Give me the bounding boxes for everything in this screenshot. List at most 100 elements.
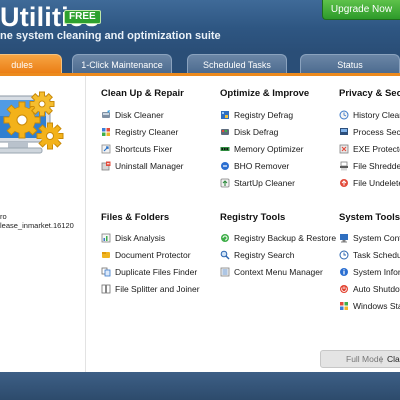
module-label: Memory Optimizer [234,144,304,154]
module-disk-analysis[interactable]: Disk Analysis [101,231,165,245]
full-mode-button[interactable]: Full Mode [346,351,383,367]
file-shredder-icon [339,161,349,171]
section-title-optimize-improve: Optimize & Improve [220,88,310,99]
app-header: Utilities FREE ne system cleaning and op… [0,0,400,52]
module-auto-shutdown[interactable]: Auto Shutdov [339,282,400,296]
module-process-security[interactable]: Process Secur [339,125,400,139]
product-edition-text: ro [0,212,7,221]
module-label: EXE Protector [353,144,400,154]
task-scheduler-icon [339,250,349,260]
module-label: Windows Star [353,301,400,311]
module-label: Disk Defrag [234,127,279,137]
module-label: Shortcuts Fixer [115,144,173,154]
module-label: File Undelete [353,178,400,188]
tab-status[interactable]: Status [300,54,400,74]
mode-separator: | [380,354,383,364]
bho-remover-icon [220,161,230,171]
module-label: Process Secur [353,127,400,137]
module-registry-defrag[interactable]: Registry Defrag [220,108,293,122]
module-bho-remover[interactable]: BHO Remover [220,159,289,173]
module-system-information[interactable]: System Inforn [339,265,400,279]
tab-bar: dules 1-Click Maintenance Scheduled Task… [0,52,400,74]
modules-panel: ro lease_inmarket.16120 Clean Up & Repai… [0,76,400,372]
module-exe-protector[interactable]: EXE Protector [339,142,400,156]
memory-optimizer-icon [220,144,230,154]
module-label: System Contr [353,233,400,243]
module-label: BHO Remover [234,161,290,171]
computer-gears-icon [0,91,64,154]
windows-startup-icon [339,301,349,311]
document-protector-icon [101,250,111,260]
module-label: Document Protector [115,250,191,260]
module-uninstall-manager[interactable]: Uninstall Manager [101,159,184,173]
mode-switch: Full Mode | Clas [320,350,400,368]
section-title-clean-up-repair: Clean Up & Repair [101,88,184,99]
module-label: StartUp Cleaner [234,178,295,188]
section-title-files-folders: Files & Folders [101,212,170,223]
registry-defrag-icon [220,110,230,120]
disk-cleaner-icon [101,110,111,120]
module-history-cleaner[interactable]: History Clean [339,108,400,122]
module-document-protector[interactable]: Document Protector [101,248,191,262]
module-disk-cleaner[interactable]: Disk Cleaner [101,108,164,122]
system-control-icon [339,233,349,243]
product-build-text: lease_inmarket.16120 [0,221,74,230]
module-registry-search[interactable]: Registry Search [220,248,294,262]
section-title-registry-tools: Registry Tools [220,212,286,223]
module-label: Duplicate Files Finder [115,267,198,277]
registry-cleaner-icon [101,127,111,137]
system-information-icon [339,267,349,277]
module-file-shredder[interactable]: File Shredder [339,159,400,173]
module-shortcuts-fixer[interactable]: Shortcuts Fixer [101,142,172,156]
module-file-splitter-joiner[interactable]: File Splitter and Joiner [101,282,200,296]
module-file-undelete[interactable]: File Undelete [339,176,400,190]
module-label: File Splitter and Joiner [115,284,200,294]
context-menu-icon [220,267,230,277]
module-memory-optimizer[interactable]: Memory Optimizer [220,142,303,156]
module-label: File Shredder [353,161,400,171]
module-disk-defrag[interactable]: Disk Defrag [220,125,278,139]
free-badge: FREE [64,10,101,24]
tab-scheduled-tasks[interactable]: Scheduled Tasks [187,54,287,74]
startup-cleaner-icon [220,178,230,188]
tab-1-click-maintenance[interactable]: 1-Click Maintenance [72,54,172,74]
module-registry-cleaner[interactable]: Registry Cleaner [101,125,178,139]
status-bar [0,372,400,400]
registry-backup-icon [220,233,230,243]
section-title-system-tools: System Tools [339,212,400,223]
module-context-menu-manager[interactable]: Context Menu Manager [220,265,323,279]
module-task-scheduler[interactable]: Task Schedul [339,248,400,262]
classic-mode-button[interactable]: Clas [387,351,400,367]
module-startup-cleaner[interactable]: StartUp Cleaner [220,176,295,190]
module-label: Context Menu Manager [234,267,323,277]
mode-switch-area: Full Mode | Clas [0,348,400,372]
module-label: Registry Defrag [234,110,294,120]
module-label: Auto Shutdov [353,284,400,294]
upgrade-now-button[interactable]: Upgrade Now [322,0,400,20]
file-undelete-icon [339,178,349,188]
disk-analysis-icon [101,233,111,243]
shortcuts-fixer-icon [101,144,111,154]
uninstall-manager-icon [101,161,111,171]
module-label: Task Schedul [353,250,400,260]
module-label: Registry Cleaner [115,127,179,137]
tab-modules[interactable]: dules [0,54,62,74]
process-security-icon [339,127,349,137]
module-duplicate-files-finder[interactable]: Duplicate Files Finder [101,265,197,279]
module-registry-backup-restore[interactable]: Registry Backup & Restore [220,231,336,245]
module-label: Disk Cleaner [115,110,164,120]
module-label: Uninstall Manager [115,161,184,171]
registry-search-icon [220,250,230,260]
module-windows-startup[interactable]: Windows Star [339,299,400,313]
disk-defrag-icon [220,127,230,137]
illustration-pane: ro lease_inmarket.16120 [0,76,86,372]
duplicate-files-icon [101,267,111,277]
module-label: Registry Search [234,250,295,260]
file-splitter-icon [101,284,111,294]
module-label: System Inforn [353,267,400,277]
module-label: History Clean [353,110,400,120]
module-label: Registry Backup & Restore [234,233,337,243]
app-subtitle: ne system cleaning and optimization suit… [0,30,221,42]
module-system-control[interactable]: System Contr [339,231,400,245]
exe-protector-icon [339,144,349,154]
